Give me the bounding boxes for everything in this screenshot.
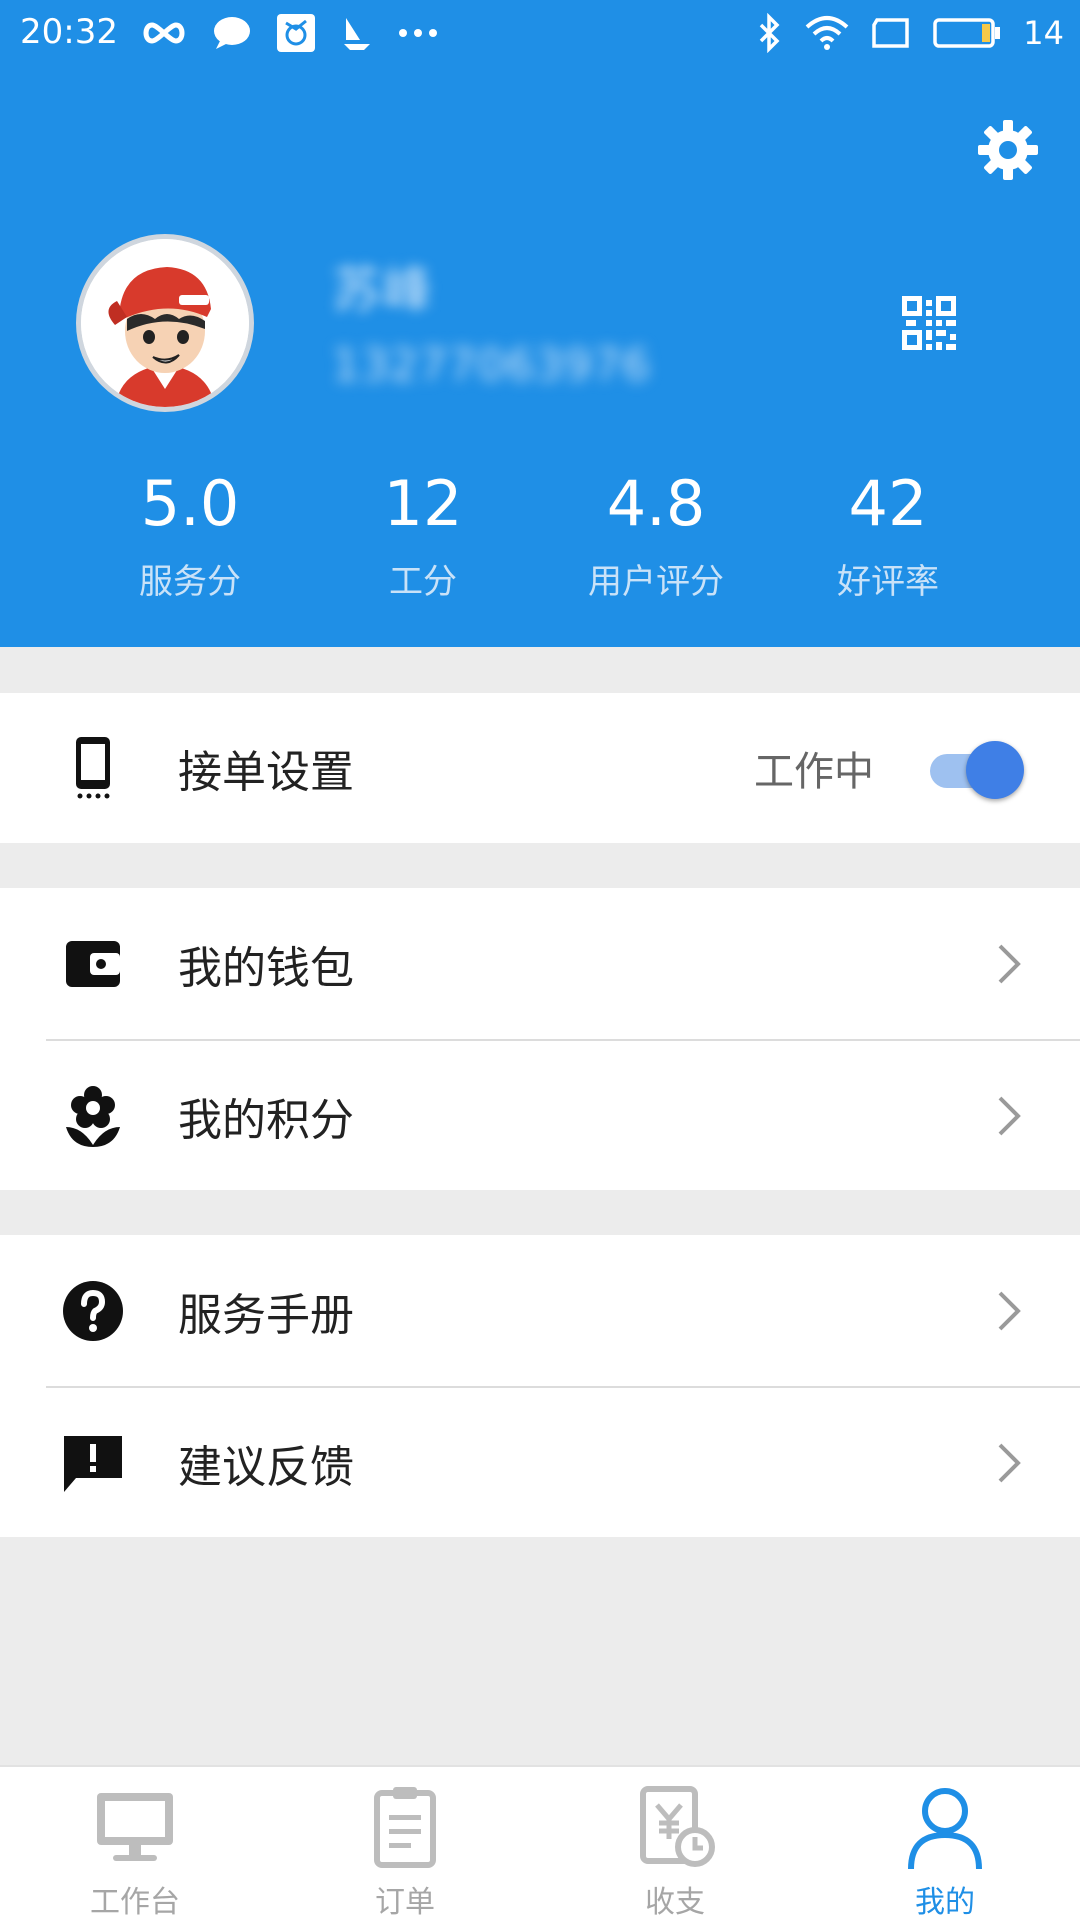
order-settings-row[interactable]: 接单设置 工作中 <box>0 693 1080 843</box>
notification-icons <box>140 10 438 56</box>
stat-value: 5.0 <box>140 467 240 540</box>
monitor-icon <box>97 1793 173 1861</box>
bottom-navigation: 工作台 订单 收支 我的 <box>0 1765 1080 1922</box>
menu-item-label: 我的钱包 <box>178 943 354 994</box>
more-dots-icon <box>399 29 437 37</box>
stat-value: 4.8 <box>606 467 706 540</box>
chevron-right-icon <box>998 944 1021 984</box>
menu-group-wallet: 我的钱包 我的积分 <box>0 888 1080 1190</box>
screen-rotate-icon <box>872 18 910 48</box>
stat-positive-rate[interactable]: 42 好评率 <box>768 468 1008 603</box>
user-phone: 13277063976 <box>332 340 651 391</box>
tab-workbench[interactable]: 工作台 <box>0 1767 270 1922</box>
stat-value: 42 <box>848 467 928 540</box>
app-icon <box>277 14 315 52</box>
stat-work-points[interactable]: 12 工分 <box>303 468 543 603</box>
help-circle-icon <box>63 1281 123 1341</box>
order-settings-label: 接单设置 <box>178 747 354 798</box>
avatar-cartoon-icon <box>81 239 249 407</box>
stats-row: 5.0 服务分 12 工分 4.8 用户评分 42 好评率 <box>0 468 1080 618</box>
wallet-icon <box>66 941 120 987</box>
stat-label: 工分 <box>389 562 457 602</box>
menu-item-label: 建议反馈 <box>178 1442 354 1493</box>
menu-group-help: 服务手册 建议反馈 <box>0 1235 1080 1537</box>
avatar[interactable] <box>76 234 254 412</box>
tab-mine[interactable]: 我的 <box>810 1767 1080 1922</box>
qr-code-icon[interactable] <box>902 296 956 350</box>
status-bar: 20:32 14 <box>0 0 1080 66</box>
menu-item-service-manual[interactable]: 服务手册 <box>0 1235 1080 1387</box>
order-settings-card: 接单设置 工作中 <box>0 693 1080 843</box>
infinity-icon <box>143 22 185 44</box>
sailboat-icon <box>344 18 370 50</box>
status-time: 20:32 <box>20 12 118 52</box>
chat-bubble-icon <box>214 17 250 49</box>
battery-level: 14 <box>1023 14 1064 52</box>
battery-icon <box>933 18 1001 48</box>
stat-label: 好评率 <box>837 562 939 602</box>
feedback-icon <box>64 1436 122 1492</box>
stat-label: 用户评分 <box>588 562 724 602</box>
tab-label: 收支 <box>645 1885 705 1920</box>
stat-value: 12 <box>383 467 463 540</box>
system-icons: 14 <box>757 10 1064 56</box>
flower-icon <box>66 1086 120 1147</box>
chevron-right-icon <box>998 1291 1021 1331</box>
profile-header: 20:32 14 苏峰 13277063976 5.0 服务分 12 工分 4.… <box>0 0 1080 647</box>
person-icon <box>908 1788 982 1870</box>
wifi-icon <box>805 16 849 50</box>
chevron-right-icon <box>998 1443 1021 1483</box>
clipboard-icon <box>374 1787 436 1868</box>
menu-item-label: 服务手册 <box>178 1290 354 1341</box>
menu-item-wallet[interactable]: 我的钱包 <box>0 888 1080 1040</box>
user-name: 苏峰 <box>332 261 432 319</box>
toggle-knob <box>966 741 1024 799</box>
bluetooth-icon <box>760 13 780 53</box>
menu-item-feedback[interactable]: 建议反馈 <box>0 1387 1080 1539</box>
phone-icon <box>76 737 110 799</box>
work-status-toggle[interactable] <box>926 737 1024 799</box>
stat-user-rating[interactable]: 4.8 用户评分 <box>536 468 776 603</box>
tab-label: 工作台 <box>90 1885 180 1920</box>
tab-label: 我的 <box>915 1885 975 1920</box>
income-expense-icon <box>640 1786 715 1867</box>
menu-item-points[interactable]: 我的积分 <box>0 1040 1080 1192</box>
tab-income-expense[interactable]: 收支 <box>540 1767 810 1922</box>
work-status-text: 工作中 <box>754 749 874 795</box>
menu-item-label: 我的积分 <box>178 1095 354 1146</box>
chevron-right-icon <box>998 1096 1021 1136</box>
stat-label: 服务分 <box>139 562 241 602</box>
tab-label: 订单 <box>375 1885 435 1920</box>
tab-orders[interactable]: 订单 <box>270 1767 540 1922</box>
stat-service-score[interactable]: 5.0 服务分 <box>70 468 310 603</box>
settings-gear-icon[interactable] <box>976 118 1040 182</box>
